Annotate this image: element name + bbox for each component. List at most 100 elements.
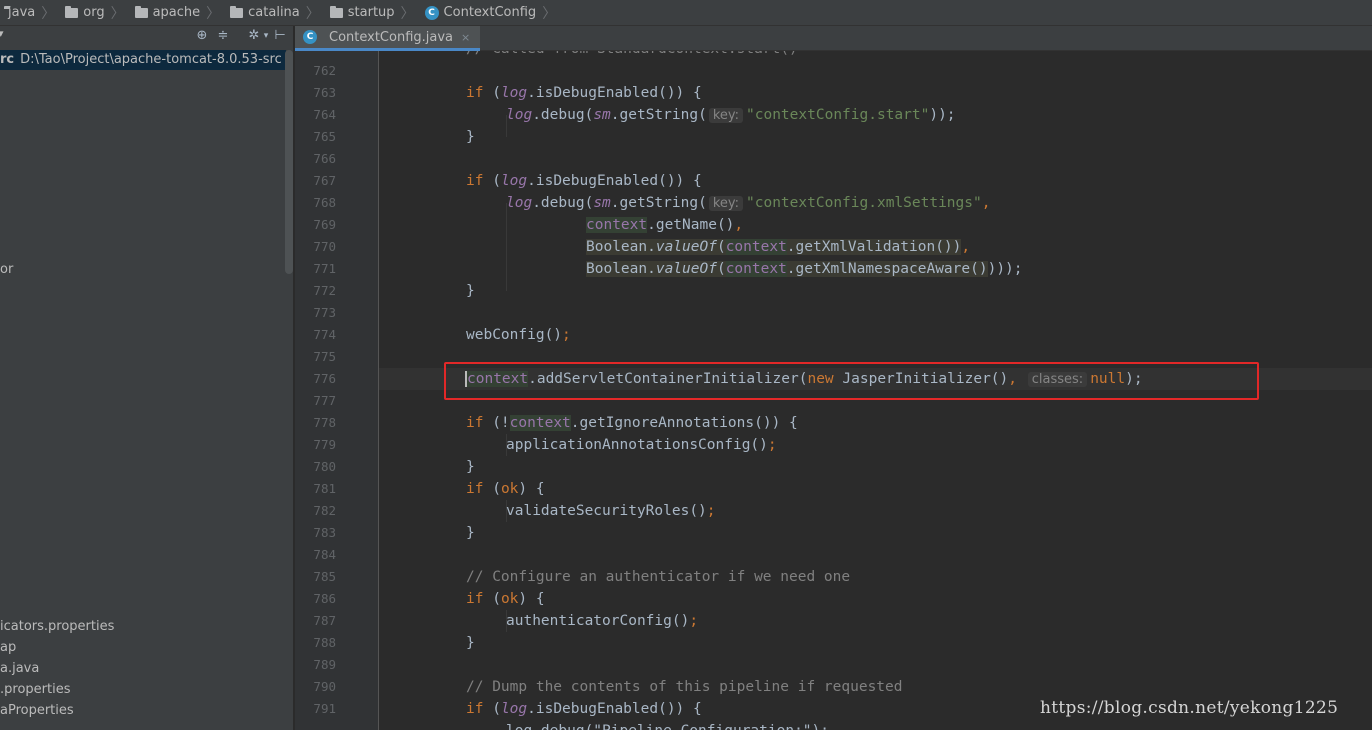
- code-line: Boolean.valueOf(context.getXmlNamespaceA…: [586, 258, 1023, 280]
- line-number: 783: [313, 525, 336, 540]
- code-token: .isDebugEnabled()) {: [527, 173, 702, 189]
- breadcrumb-label: ContextConfig: [443, 5, 537, 20]
- tab-contextconfig-java[interactable]: C ContextConfig.java ×: [295, 26, 481, 51]
- code-token: ));: [929, 107, 956, 123]
- code-token: sm: [593, 107, 611, 123]
- chevron-right-icon: 〉: [305, 5, 320, 22]
- code-token: Boolean.: [586, 239, 656, 255]
- code-token: "contextConfig.xmlSettings": [746, 195, 982, 211]
- code-line: validateSecurityRoles();: [506, 500, 716, 522]
- code-token: ok: [500, 591, 519, 607]
- code-line: context.getName(),: [586, 214, 743, 236]
- tree-item-label: rc: [0, 52, 15, 67]
- class-icon: C: [303, 30, 317, 44]
- code-line: if (log.isDebugEnabled()) {: [466, 173, 702, 189]
- tree-item-label: a.java: [0, 661, 40, 676]
- code-token: validateSecurityRoles(): [506, 503, 707, 519]
- code-token: .debug(: [532, 107, 594, 123]
- code-token: .getName(): [647, 217, 735, 233]
- code-token: webConfig(): [466, 327, 563, 343]
- tree-item[interactable]: icators.properties: [0, 617, 114, 637]
- code-token: valueOf: [655, 261, 717, 277]
- code-token: ,: [961, 239, 971, 255]
- code-token: .getIgnoreAnnotations()) {: [570, 415, 798, 431]
- line-number: 772: [313, 283, 336, 298]
- code-token: context: [725, 261, 787, 277]
- folder-icon: [134, 5, 148, 18]
- code-token: if: [466, 85, 484, 101]
- code-token: valueOf: [655, 239, 717, 255]
- code-line: if (log.isDebugEnabled()) {: [466, 85, 702, 101]
- tab-label: ContextConfig.java: [329, 29, 454, 45]
- line-number: 765: [313, 129, 336, 144]
- tree-item[interactable]: a.java: [0, 659, 39, 679]
- code-token: if: [466, 481, 484, 497]
- line-number: 779: [313, 437, 336, 452]
- code-line: log.debug("Pipeline Configuration:");: [506, 720, 829, 730]
- line-number: 766: [313, 151, 336, 166]
- tree-item-label: aProperties: [0, 703, 74, 718]
- tree-item[interactable]: aProperties: [0, 701, 74, 721]
- breadcrumb-item-catalina[interactable]: catalina 〉: [224, 0, 324, 26]
- code-line: if (!context.getIgnoreAnnotations()) {: [466, 412, 798, 434]
- code-line: }: [466, 635, 475, 651]
- breadcrumb-item-startup[interactable]: startup 〉: [324, 0, 419, 26]
- line-number: 785: [313, 569, 336, 584]
- project-panel-scrollbar[interactable]: [285, 50, 293, 274]
- parameter-hint: key:: [708, 108, 744, 123]
- code-token: context: [586, 217, 648, 233]
- watermark: https://blog.csdn.net/yekong1225: [1040, 698, 1339, 718]
- code-token: ,: [734, 217, 744, 233]
- chevron-right-icon: 〉: [110, 5, 125, 22]
- line-number: 786: [313, 591, 336, 606]
- close-icon[interactable]: ×: [461, 31, 470, 44]
- chevron-down-icon[interactable]: ▾: [0, 27, 4, 40]
- code-line: // Configure an authenticator if we need…: [466, 569, 851, 585]
- tree-item-label: ap: [0, 640, 17, 655]
- code-token: ) {: [518, 591, 545, 607]
- collapse-all-icon[interactable]: ≑: [215, 28, 231, 44]
- tree-item-label: .properties: [0, 682, 71, 697]
- breadcrumb-item-java[interactable]: java 〉: [0, 0, 59, 26]
- tree-item[interactable]: or: [0, 260, 13, 280]
- breadcrumb-label: org: [83, 5, 105, 20]
- line-number: 790: [313, 679, 336, 694]
- tree-item-label: or: [0, 262, 14, 277]
- breadcrumb-item-org[interactable]: org 〉: [59, 0, 128, 26]
- code-token: ,: [981, 195, 991, 211]
- code-line: if (ok) {: [466, 478, 545, 500]
- code-token: .getXmlNamespaceAware(): [786, 261, 988, 277]
- indent-guide: [506, 203, 507, 291]
- line-number: 778: [313, 415, 336, 430]
- breadcrumb: java 〉 org 〉 apache 〉 catalina 〉 startup…: [0, 0, 1372, 26]
- code-token: .isDebugEnabled()) {: [527, 701, 702, 717]
- code-token: log: [506, 107, 533, 123]
- tree-item[interactable]: ap: [0, 638, 16, 658]
- scroll-from-source-icon[interactable]: ⊕: [194, 28, 210, 44]
- tree-item-root[interactable]: rc D:\Tao\Project\apache-tomcat-8.0.53-sr…: [0, 50, 286, 70]
- code-line: Boolean.valueOf(context.getXmlValidation…: [586, 236, 970, 258]
- hide-panel-icon[interactable]: ⊢: [272, 28, 288, 44]
- tree-item-label: icators.properties: [0, 619, 115, 634]
- project-panel: ▾ ⊕ ≑ ✲ ▾ ⊢ rc D:\Tao\Project\apache-tomc…: [0, 26, 294, 730]
- code-token: applicationAnnotationsConfig(): [506, 437, 768, 453]
- code-token: .getString(: [610, 195, 707, 211]
- code-token: .getXmlValidation(): [786, 239, 953, 255]
- code-line: }: [466, 283, 475, 299]
- parameter-hint: key:: [708, 196, 744, 211]
- breadcrumb-item-apache[interactable]: apache 〉: [129, 0, 225, 26]
- code-line: if (log.isDebugEnabled()) {: [466, 701, 702, 717]
- line-number: 769: [313, 217, 336, 232]
- line-number: 763: [313, 85, 336, 100]
- code-editor[interactable]: // Called from StandardContext.start() 7…: [295, 51, 1372, 730]
- code-line: authenticatorConfig();: [506, 610, 698, 632]
- code-line: }: [466, 525, 475, 541]
- code-line: log.debug(sm.getString(key: "contextConfi…: [506, 192, 990, 214]
- breadcrumb-item-contextconfig[interactable]: C ContextConfig 〉: [419, 0, 561, 26]
- tree-item-path: D:\Tao\Project\apache-tomcat-8.0.53-src: [20, 52, 282, 67]
- code-line: if (ok) {: [466, 588, 545, 610]
- code-token: (: [716, 261, 726, 277]
- line-number: 771: [313, 261, 336, 276]
- tree-item[interactable]: .properties: [0, 680, 70, 700]
- code-token: if: [466, 591, 484, 607]
